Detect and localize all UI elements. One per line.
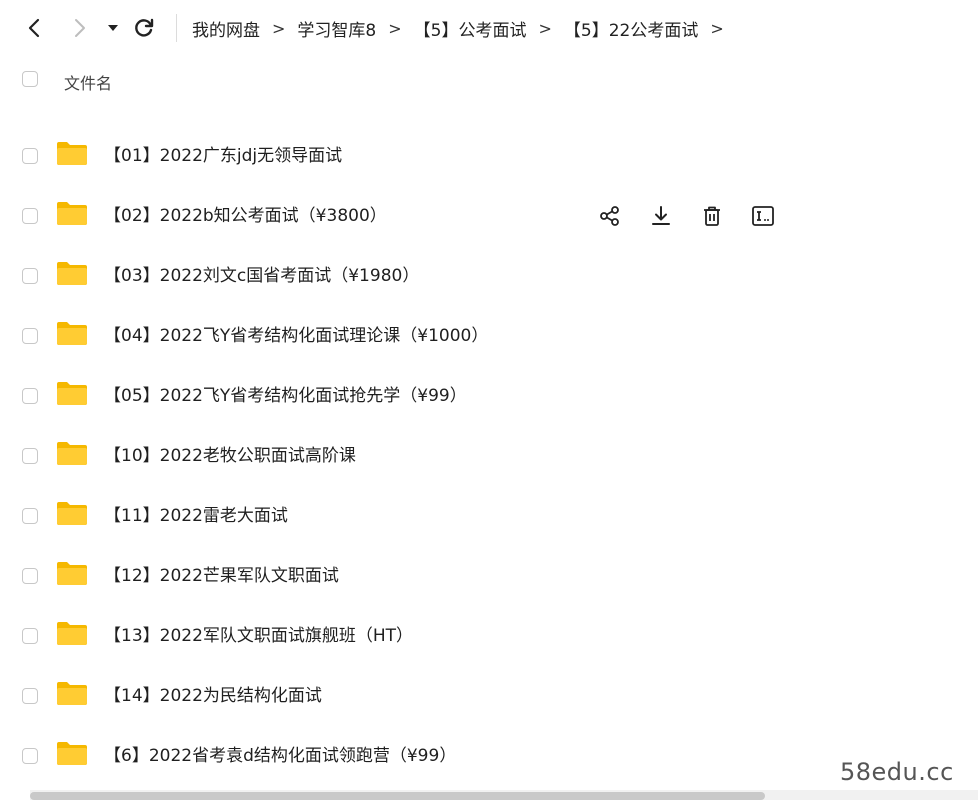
top-bar: 我的网盘 > 学习智库8 > 【5】公考面试 > 【5】22公考面试 > — [0, 0, 978, 56]
back-button[interactable] — [22, 16, 46, 40]
file-name[interactable]: 【04】2022飞Y省考结构化面试理论课（¥1000） — [104, 306, 488, 366]
folder-icon — [57, 562, 87, 585]
folder-icon — [57, 442, 87, 465]
file-name[interactable]: 【6】2022省考袁d结构化面试领跑营（¥99） — [104, 726, 456, 786]
breadcrumb-separator: > — [388, 18, 402, 38]
file-row[interactable]: 【14】2022为民结构化面试 — [0, 666, 978, 726]
file-name[interactable]: 【05】2022飞Y省考结构化面试抢先学（¥99） — [104, 366, 467, 426]
file-row[interactable]: 【6】2022省考袁d结构化面试领跑营（¥99） — [0, 726, 978, 786]
rename-button[interactable] — [751, 204, 775, 228]
row-checkbox[interactable] — [22, 148, 38, 164]
file-name[interactable]: 【11】2022雷老大面试 — [104, 486, 288, 546]
row-checkbox[interactable] — [22, 568, 38, 584]
history-dropdown-button[interactable] — [103, 16, 123, 40]
folder-icon — [57, 682, 87, 705]
refresh-button[interactable] — [132, 16, 156, 40]
breadcrumb: 我的网盘 > 学习智库8 > 【5】公考面试 > 【5】22公考面试 > — [192, 0, 736, 56]
file-name[interactable]: 【12】2022芒果军队文职面试 — [104, 546, 339, 606]
folder-icon — [57, 382, 87, 405]
breadcrumb-item-current[interactable]: 【5】22公考面试 — [564, 16, 698, 41]
download-icon — [652, 206, 670, 225]
delete-icon — [704, 206, 720, 226]
breadcrumb-separator: > — [272, 18, 286, 38]
chevron-right-icon — [75, 19, 85, 37]
breadcrumb-item-root[interactable]: 我的网盘 — [192, 16, 260, 41]
row-checkbox[interactable] — [22, 268, 38, 284]
file-row[interactable]: 【05】2022飞Y省考结构化面试抢先学（¥99） — [0, 366, 978, 426]
file-name[interactable]: 【03】2022刘文c国省考面试（¥1980） — [104, 246, 419, 306]
file-name[interactable]: 【02】2022b知公考面试（¥3800） — [104, 186, 387, 246]
breadcrumb-item-library[interactable]: 学习智库8 — [297, 16, 376, 41]
row-checkbox[interactable] — [22, 508, 38, 524]
horizontal-scrollbar[interactable] — [30, 790, 978, 800]
row-checkbox[interactable] — [22, 208, 38, 224]
file-row[interactable]: 【10】2022老牧公职面试高阶课 — [0, 426, 978, 486]
file-row[interactable]: 【11】2022雷老大面试 — [0, 486, 978, 546]
list-header: 文件名 — [0, 60, 978, 100]
folder-icon — [57, 742, 87, 765]
row-checkbox[interactable] — [22, 748, 38, 764]
file-list: 【01】2022广东jdj无领导面试 【02】2022b知公考面试（¥3800） — [0, 96, 978, 786]
breadcrumb-separator: > — [538, 18, 552, 38]
breadcrumb-item-interview[interactable]: 【5】公考面试 — [414, 16, 527, 41]
share-button[interactable] — [598, 204, 622, 228]
refresh-icon — [135, 18, 154, 37]
select-all-checkbox[interactable] — [22, 71, 38, 87]
file-row[interactable]: 【04】2022飞Y省考结构化面试理论课（¥1000） — [0, 306, 978, 366]
breadcrumb-separator: > — [710, 18, 724, 38]
file-row[interactable]: 【12】2022芒果军队文职面试 — [0, 546, 978, 606]
folder-icon — [57, 502, 87, 525]
forward-button[interactable] — [68, 16, 92, 40]
file-name[interactable]: 【01】2022广东jdj无领导面试 — [104, 126, 342, 186]
file-name[interactable]: 【10】2022老牧公职面试高阶课 — [104, 426, 356, 486]
share-icon — [600, 206, 619, 226]
toolbar-divider — [176, 14, 177, 42]
watermark: 58edu.cc — [840, 758, 954, 786]
folder-icon — [57, 622, 87, 645]
file-row[interactable]: 【03】2022刘文c国省考面试（¥1980） — [0, 246, 978, 306]
caret-down-icon — [108, 25, 118, 31]
folder-icon — [57, 142, 87, 165]
scrollbar-thumb[interactable] — [30, 792, 765, 800]
row-checkbox[interactable] — [22, 628, 38, 644]
file-row[interactable]: 【01】2022广东jdj无领导面试 — [0, 126, 978, 186]
file-name[interactable]: 【14】2022为民结构化面试 — [104, 666, 322, 726]
file-name[interactable]: 【13】2022军队文职面试旗舰班（HT） — [104, 606, 413, 666]
chevron-left-icon — [28, 18, 40, 38]
folder-icon — [57, 202, 87, 225]
column-header-filename[interactable]: 文件名 — [64, 70, 112, 94]
row-checkbox[interactable] — [22, 448, 38, 464]
file-row[interactable]: 【13】2022军队文职面试旗舰班（HT） — [0, 606, 978, 666]
row-checkbox[interactable] — [22, 328, 38, 344]
row-checkbox[interactable] — [22, 688, 38, 704]
download-button[interactable] — [649, 204, 673, 228]
row-checkbox[interactable] — [22, 388, 38, 404]
folder-icon — [57, 262, 87, 285]
delete-button[interactable] — [700, 204, 724, 228]
folder-icon — [57, 322, 87, 345]
rename-icon — [752, 206, 774, 226]
file-row-hovered[interactable]: 【02】2022b知公考面试（¥3800） — [0, 186, 978, 246]
